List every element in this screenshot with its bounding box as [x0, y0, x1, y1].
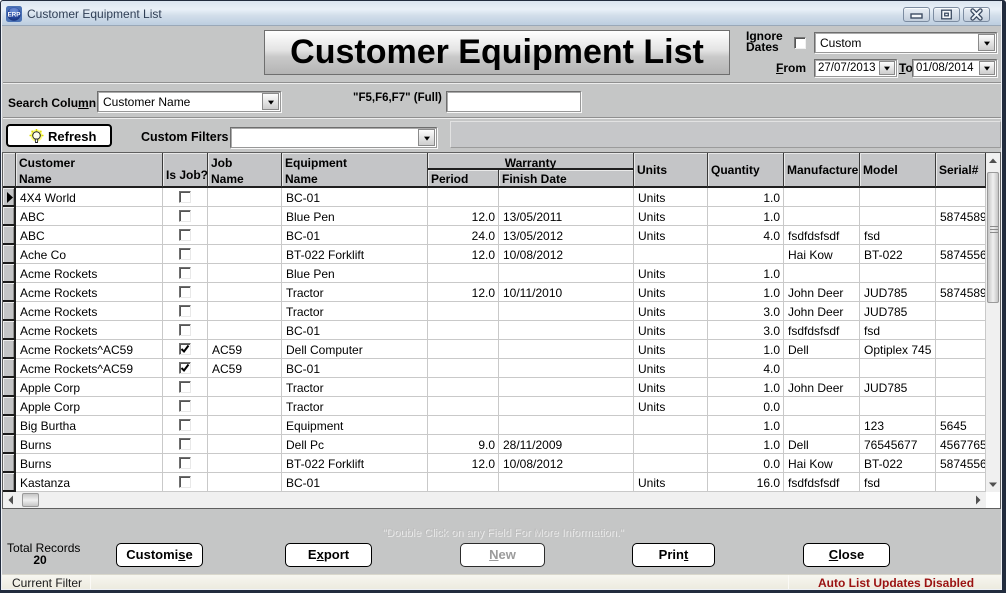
svg-text:ERP: ERP	[8, 12, 21, 19]
